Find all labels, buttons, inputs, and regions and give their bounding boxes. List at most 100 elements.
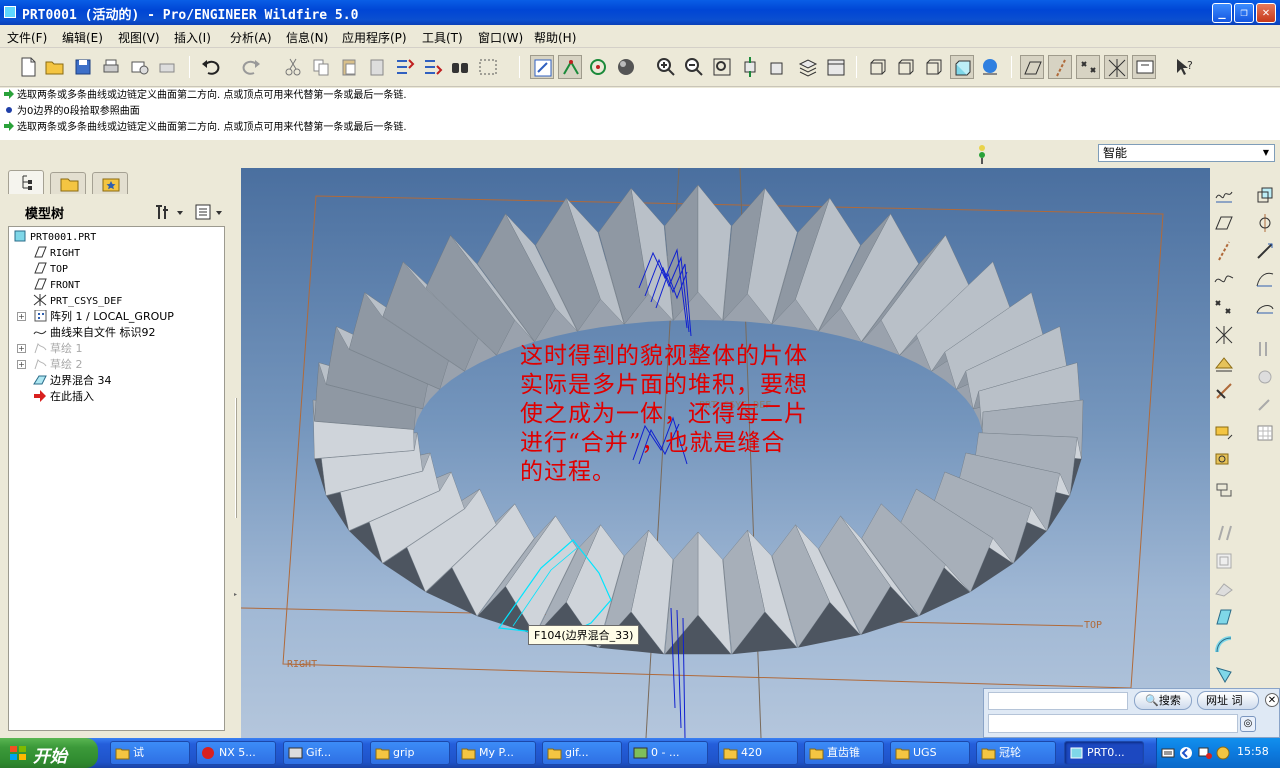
taskbar-item[interactable]: My P... [456,741,536,765]
menu-file[interactable]: 文件(F) [7,29,47,46]
undo-icon[interactable] [198,55,222,79]
graphics-window[interactable]: PRT_CSYS_DEF TOP RIGHT 这时得到的貌视整体的片体 实际是多… [241,168,1210,738]
show-menu-icon[interactable] [194,202,226,222]
fill-icon[interactable] [1213,578,1235,600]
tree-item-sketch-1[interactable]: 草绘 1 [33,341,83,356]
close-icon[interactable]: ✕ [1265,693,1279,707]
sketch-tool-icon[interactable] [1213,380,1235,402]
search-query-field[interactable] [988,714,1238,733]
start-button[interactable]: 开始 [0,738,98,768]
taskbar-item[interactable]: Gif... [283,741,363,765]
menu-help[interactable]: 帮助(H) [534,29,576,46]
restore-button[interactable]: ❐ [1234,3,1254,23]
search-button[interactable]: 🔍搜索 [1134,691,1192,710]
send-icon[interactable] [155,55,179,79]
web-address-button[interactable]: 网址 词 [1197,691,1259,710]
close-button[interactable]: ✕ [1256,3,1276,23]
cosmetic-sketch-icon[interactable] [1213,450,1235,472]
taskbar-item[interactable]: UGS [890,741,970,765]
expand-toggle[interactable]: + [17,360,26,369]
selection-filter-dropdown[interactable]: 智能 ▼ [1098,144,1275,162]
minimize-button[interactable]: _ [1212,3,1232,23]
enhanced-realism-icon[interactable] [978,55,1002,79]
variable-section-sweep-icon[interactable] [1213,662,1235,684]
menu-insert[interactable]: 插入(I) [174,29,211,46]
paste-icon[interactable] [337,55,361,79]
tree-item-boundary-blend[interactable]: 边界混合 34 [33,373,112,388]
chevron-left-icon[interactable] [1179,746,1193,760]
cosmetic-thread-icon[interactable] [1213,478,1235,500]
copy-icon[interactable] [309,55,333,79]
refit-icon[interactable] [710,55,734,79]
paste-special-icon[interactable] [365,55,389,79]
print-icon[interactable] [99,55,123,79]
sketched-curve-icon[interactable] [1213,184,1235,206]
mirror-icon[interactable] [1213,522,1235,544]
tree-item-csys[interactable]: PRT_CSYS_DEF [33,293,122,308]
search-input[interactable] [988,692,1128,710]
go-icon[interactable]: ◎ [1240,716,1256,732]
datum-axis-icon[interactable] [1213,240,1235,262]
offset-icon[interactable] [1254,394,1276,416]
tree-item-insert-here[interactable]: 在此插入 [33,389,94,404]
email-icon[interactable] [127,55,151,79]
repaint-icon[interactable] [530,55,554,79]
taskbar-item[interactable]: gif... [542,741,622,765]
tab-folder-browser[interactable] [50,172,86,194]
expand-toggle[interactable]: + [17,312,26,321]
layers-icon[interactable] [796,55,820,79]
taskbar-item[interactable]: 直齿锥 [804,741,884,765]
redo-icon[interactable] [240,55,264,79]
panel-splitter[interactable]: ▸ [233,358,239,738]
coordinate-system-icon[interactable] [1213,324,1235,346]
datum-plane-display-icon[interactable] [1020,55,1044,79]
tree-item-part[interactable]: PRT0001.PRT [13,229,96,244]
settings-icon[interactable] [153,202,185,222]
reorient-icon[interactable] [738,55,762,79]
annotation-feature-icon[interactable] [1213,422,1235,444]
tree-item-front[interactable]: FRONT [33,277,80,292]
analysis-feature-icon[interactable] [1213,352,1235,374]
traffic-light-icon[interactable] [976,144,988,164]
menu-info[interactable]: 信息(N) [286,29,328,46]
sphere-icon[interactable] [614,55,638,79]
regen-manager-icon[interactable] [420,55,444,79]
context-help-icon[interactable]: ? [1172,55,1196,79]
taskbar-item[interactable]: grip [370,741,450,765]
expand-toggle[interactable]: + [17,344,26,353]
tree-item-sketch-2[interactable]: 草绘 2 [33,357,83,372]
menu-view[interactable]: 视图(V) [118,29,160,46]
thicken-icon[interactable] [1254,422,1276,444]
find-icon[interactable] [448,55,472,79]
window-title-bar[interactable]: PRT0001 (活动的) - Pro/ENGINEER Wildfire 5.… [0,0,1280,25]
view-manager-icon[interactable] [824,55,848,79]
zoom-in-icon[interactable] [654,55,678,79]
extend-icon[interactable] [1254,240,1276,262]
tree-item-pattern[interactable]: 阵列 1 / LOCAL_GROUP [33,309,174,324]
menu-analysis[interactable]: 分析(A) [230,29,272,46]
spin-center-icon[interactable] [558,55,582,79]
tab-favorites[interactable] [92,172,128,194]
pattern-tool-icon[interactable] [1213,550,1235,572]
datum-point-display-icon[interactable] [1076,55,1100,79]
blend-tool-icon[interactable] [1213,606,1235,628]
hidden-line-icon[interactable] [894,55,918,79]
csys-display-icon[interactable] [1104,55,1128,79]
menu-edit[interactable]: 编辑(E) [62,29,103,46]
taskbar-item[interactable]: 试 [110,741,190,765]
copy-geometry-icon[interactable] [1254,184,1276,206]
menu-tools[interactable]: 工具(T) [422,29,463,46]
keyboard-icon[interactable] [1161,746,1175,760]
menu-applications[interactable]: 应用程序(P) [342,29,407,46]
chevron-down-icon[interactable]: ▼ [1259,146,1273,160]
orient-mode-icon[interactable] [586,55,610,79]
plane-icon[interactable] [1213,212,1235,234]
taskbar-item[interactable]: 420 [718,741,798,765]
new-file-icon[interactable] [16,55,40,79]
regenerate-icon[interactable] [392,55,416,79]
curve-tool-icon[interactable] [1213,268,1235,290]
zoom-out-icon[interactable] [682,55,706,79]
axis-tool-icon[interactable] [1254,212,1276,234]
taskbar-item-active[interactable]: PRT0... [1064,741,1144,765]
taskbar-item[interactable]: 冠轮 [976,741,1056,765]
